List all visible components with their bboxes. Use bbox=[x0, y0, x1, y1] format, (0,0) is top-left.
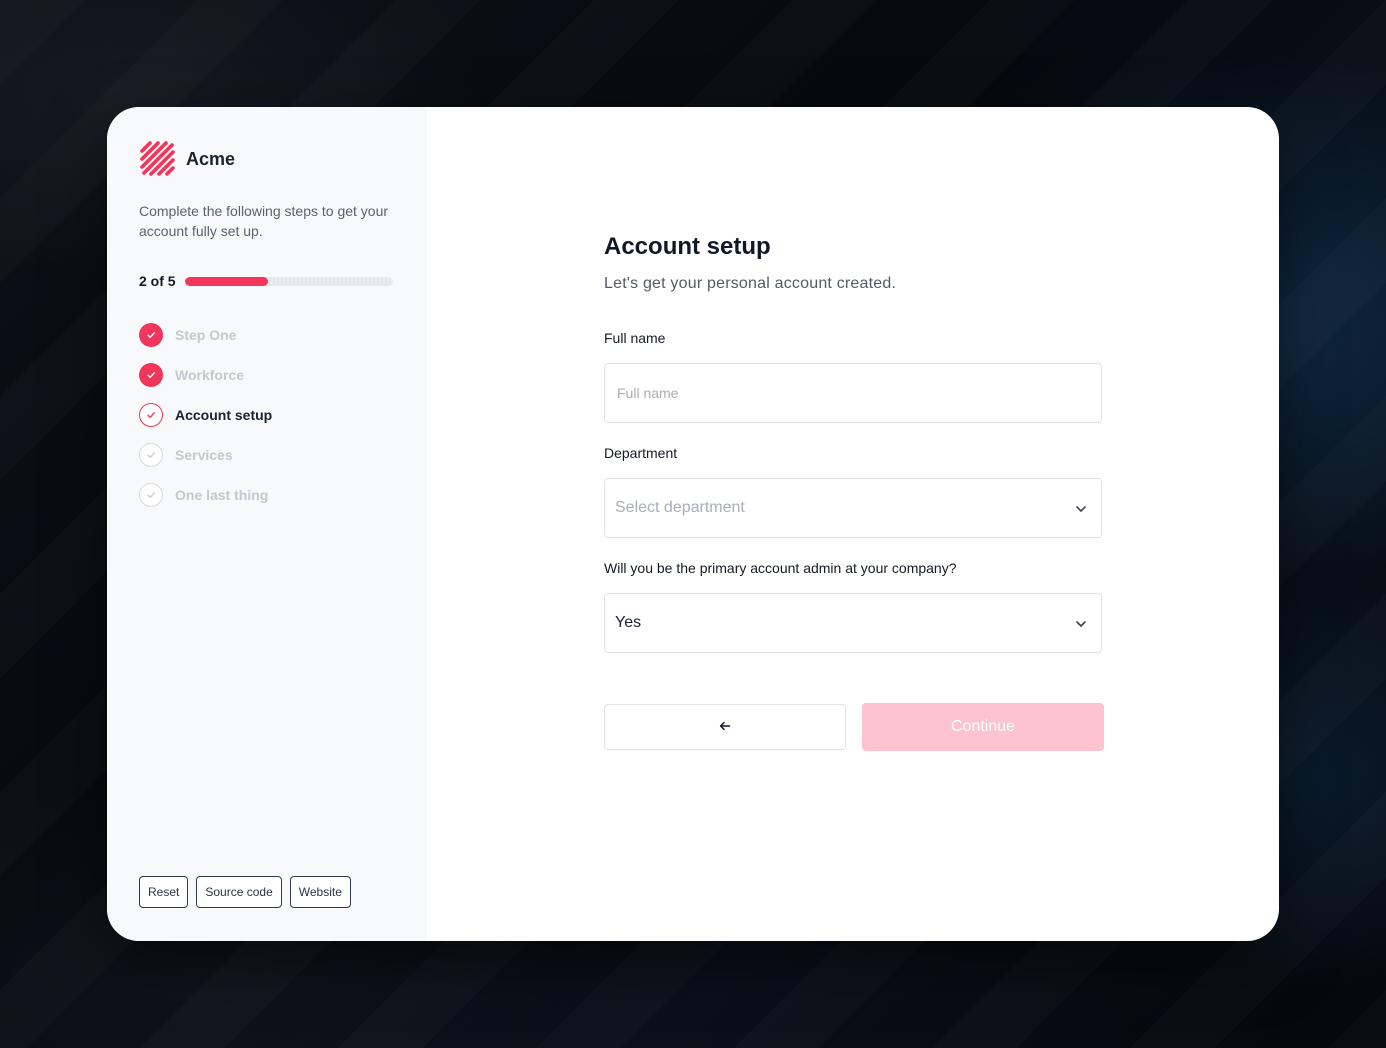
sidebar: Acme Complete the following steps to get… bbox=[107, 107, 427, 941]
page-subtitle: Let's get your personal account created. bbox=[604, 275, 897, 292]
back-button[interactable] bbox=[604, 704, 846, 750]
step-item-5[interactable]: One last thing bbox=[139, 483, 395, 507]
step-label: Workforce bbox=[175, 367, 244, 383]
step-label: One last thing bbox=[175, 487, 269, 503]
reset-button[interactable]: Reset bbox=[139, 876, 189, 908]
full-name-input[interactable] bbox=[615, 384, 1091, 402]
step-label: Services bbox=[175, 447, 233, 463]
check-icon bbox=[139, 483, 163, 507]
form-actions: Continue bbox=[604, 703, 1104, 751]
progress: 2 of 5 bbox=[139, 273, 395, 289]
check-icon bbox=[139, 443, 163, 467]
continue-button[interactable]: Continue bbox=[862, 703, 1104, 751]
progress-label: 2 of 5 bbox=[139, 273, 176, 289]
check-icon bbox=[139, 403, 163, 427]
step-item-4[interactable]: Services bbox=[139, 443, 395, 467]
acme-logo-icon bbox=[139, 140, 177, 178]
primary-admin-select[interactable]: Yes bbox=[604, 593, 1102, 653]
source-code-button[interactable]: Source code bbox=[196, 876, 282, 908]
primary-admin-value: Yes bbox=[615, 614, 642, 631]
onboarding-card: Acme Complete the following steps to get… bbox=[107, 107, 1279, 941]
step-item-3[interactable]: Account setup bbox=[139, 403, 395, 427]
page-title: Account setup bbox=[604, 233, 771, 260]
arrow-left-icon bbox=[719, 720, 731, 735]
step-label: Account setup bbox=[175, 407, 273, 423]
main-panel: Account setup Let's get your personal ac… bbox=[427, 107, 1279, 941]
primary-admin-label: Will you be the primary account admin at… bbox=[604, 560, 957, 576]
chevron-down-icon bbox=[1075, 617, 1087, 635]
department-label: Department bbox=[604, 445, 678, 461]
step-list: Step One Workforce Account setup Services On… bbox=[139, 323, 395, 507]
full-name-field bbox=[604, 363, 1102, 423]
step-label: Step One bbox=[175, 327, 237, 343]
department-select[interactable]: Select department bbox=[604, 478, 1102, 538]
account-setup-form: Account setup Let's get your personal ac… bbox=[604, 233, 1104, 751]
chevron-down-icon bbox=[1075, 502, 1087, 520]
step-item-2[interactable]: Workforce bbox=[139, 363, 395, 387]
department-placeholder: Select department bbox=[615, 499, 745, 516]
progress-bar bbox=[184, 276, 393, 286]
brand: Acme bbox=[139, 139, 395, 179]
brand-name: Acme bbox=[186, 148, 236, 169]
progress-fill bbox=[184, 276, 268, 286]
full-name-label: Full name bbox=[604, 330, 666, 346]
step-item-1[interactable]: Step One bbox=[139, 323, 395, 347]
website-button[interactable]: Website bbox=[289, 876, 351, 908]
check-icon bbox=[139, 363, 163, 387]
check-icon bbox=[139, 323, 163, 347]
footer-links: Reset Source code Website bbox=[139, 876, 359, 908]
intro-text: Complete the following steps to get your… bbox=[139, 203, 389, 239]
